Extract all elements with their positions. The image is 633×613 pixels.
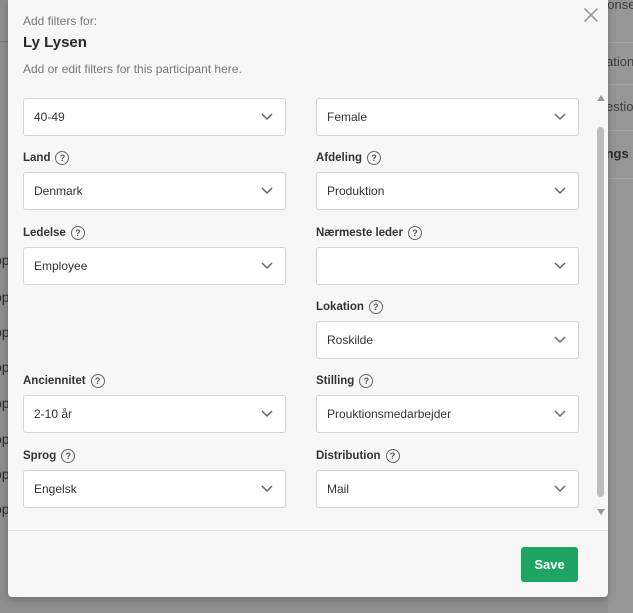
chevron-down-icon <box>554 410 566 418</box>
age-value: 40-49 <box>34 110 65 124</box>
scroll-up-arrow-icon[interactable] <box>597 95 605 101</box>
close-button[interactable] <box>582 6 600 24</box>
background-left-strip: op op op op op op op op <box>0 0 8 613</box>
chevron-down-icon <box>261 113 273 121</box>
field-age: 40-49 <box>23 98 286 136</box>
stilling-value: Prouktionsmedarbejder <box>327 407 452 421</box>
background-right-strip: ponse ation estio ings <box>600 0 633 613</box>
participant-name: Ly Lysen <box>23 34 87 51</box>
footer-divider <box>8 530 608 531</box>
distribution-select[interactable]: Mail <box>316 470 579 508</box>
lokation-select[interactable]: Roskilde <box>316 321 579 359</box>
help-icon[interactable]: ? <box>55 151 70 165</box>
background-fragment: op <box>0 289 8 305</box>
background-fragment: op <box>0 252 8 268</box>
help-icon[interactable]: ? <box>359 374 374 388</box>
afdeling-select[interactable]: Produktion <box>316 172 579 210</box>
scrollbar-thumb[interactable] <box>597 127 604 497</box>
land-value: Denmark <box>34 184 83 198</box>
chevron-down-icon <box>261 485 273 493</box>
chevron-down-icon <box>261 187 273 195</box>
field-land: Land ? Denmark <box>23 150 286 210</box>
stilling-label: Stilling <box>316 375 355 387</box>
form-scrollbar[interactable] <box>596 95 606 515</box>
help-icon[interactable]: ? <box>61 449 76 463</box>
close-icon <box>584 8 598 22</box>
sprog-select[interactable]: Engelsk <box>23 470 286 508</box>
age-select[interactable]: 40-49 <box>23 98 286 136</box>
background-fragment: op <box>0 501 8 517</box>
background-fragment: op <box>0 431 8 447</box>
chevron-down-icon <box>554 113 566 121</box>
afdeling-value: Produktion <box>327 184 385 198</box>
chevron-down-icon <box>554 336 566 344</box>
field-afdeling: Afdeling ? Produktion <box>316 150 579 210</box>
lokation-value: Roskilde <box>327 333 374 347</box>
gender-select[interactable]: Female <box>316 98 579 136</box>
background-fragment: op <box>0 324 8 340</box>
naermeste-leder-select[interactable] <box>316 247 579 285</box>
scroll-down-arrow-icon[interactable] <box>597 509 605 515</box>
background-text: ation <box>606 54 633 69</box>
modal-pre-title: Add filters for: <box>23 14 98 28</box>
field-anciennitet: Anciennitet ? 2-10 år <box>23 373 286 433</box>
chevron-down-icon <box>554 262 566 270</box>
naermeste-leder-label: Nærmeste leder <box>316 227 403 239</box>
help-icon[interactable]: ? <box>90 374 105 388</box>
chevron-down-icon <box>261 262 273 270</box>
background-fragment: op <box>0 395 8 411</box>
field-naermeste-leder: Nærmeste leder ? <box>316 225 579 285</box>
background-text: estio <box>606 99 633 114</box>
ledelse-select[interactable]: Employee <box>23 247 286 285</box>
field-gender: Female <box>316 98 579 136</box>
land-select[interactable]: Denmark <box>23 172 286 210</box>
ledelse-label: Ledelse <box>23 227 66 239</box>
anciennitet-label: Anciennitet <box>23 375 86 387</box>
distribution-label: Distribution <box>316 450 381 462</box>
chevron-down-icon <box>554 485 566 493</box>
ledelse-value: Employee <box>34 259 88 273</box>
gender-value: Female <box>327 110 368 124</box>
field-distribution: Distribution ? Mail <box>316 448 579 508</box>
distribution-value: Mail <box>327 482 350 496</box>
help-icon[interactable]: ? <box>407 226 422 240</box>
afdeling-label: Afdeling <box>316 152 362 164</box>
chevron-down-icon <box>554 187 566 195</box>
lokation-label: Lokation <box>316 301 364 313</box>
help-icon[interactable]: ? <box>368 300 383 314</box>
anciennitet-value: 2-10 år <box>34 407 73 421</box>
help-icon[interactable]: ? <box>70 226 85 240</box>
sprog-label: Sprog <box>23 450 57 462</box>
land-label: Land <box>23 152 51 164</box>
sprog-value: Engelsk <box>34 482 77 496</box>
anciennitet-select[interactable]: 2-10 år <box>23 395 286 433</box>
modal-header: Add filters for: Ly Lysen Add or edit fi… <box>23 14 568 76</box>
save-button[interactable]: Save <box>521 547 578 582</box>
field-ledelse: Ledelse ? Employee <box>23 225 286 285</box>
field-stilling: Stilling ? Prouktionsmedarbejder <box>316 373 579 433</box>
chevron-down-icon <box>261 410 273 418</box>
background-fragment: op <box>0 466 8 482</box>
stilling-select[interactable]: Prouktionsmedarbejder <box>316 395 579 433</box>
help-icon[interactable]: ? <box>385 449 400 463</box>
background-fragment: op <box>0 359 8 375</box>
filters-modal: Add filters for: Ly Lysen Add or edit fi… <box>8 0 608 597</box>
modal-subtitle: Add or edit filters for this participant… <box>23 62 242 76</box>
field-lokation: Lokation ? Roskilde <box>316 299 579 359</box>
field-sprog: Sprog ? Engelsk <box>23 448 286 508</box>
help-icon[interactable]: ? <box>367 151 381 165</box>
